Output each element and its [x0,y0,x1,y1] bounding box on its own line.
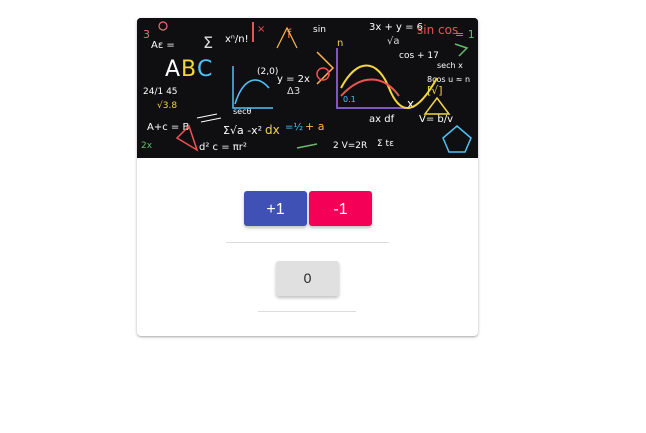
divider [258,311,356,312]
svg-text:+ a: + a [305,120,324,133]
decrement-button[interactable]: -1 [309,191,372,226]
svg-text:√a: √a [387,36,400,47]
svg-text:24/1 45: 24/1 45 [143,87,178,97]
counter-buttons: +1 -1 [244,191,372,226]
svg-text:2x: 2x [141,141,153,151]
svg-text:sin: sin [313,25,326,35]
svg-text:3: 3 [143,28,150,41]
svg-text:B: B [181,57,196,82]
svg-text:cos + 17: cos + 17 [399,51,439,61]
math-banner-image: A B C 3 Aε = Σ xⁿ/n! × f sin n 3x + y = … [137,18,478,158]
svg-text:×: × [257,24,265,35]
svg-text:3x + y = 6: 3x + y = 6 [369,22,423,33]
divider [226,242,389,243]
svg-text:Σ: Σ [203,33,213,52]
svg-text:n: n [337,38,343,49]
svg-text:xⁿ/n!: xⁿ/n! [225,34,249,45]
svg-text:dx: dx [265,123,280,137]
svg-text:Σ tε: Σ tε [377,139,394,149]
increment-button[interactable]: +1 [244,191,307,226]
svg-text:Σ√a -x²: Σ√a -x² [223,124,262,137]
svg-text:ax df: ax df [369,114,395,125]
svg-text:0.1: 0.1 [343,95,356,104]
counter-card: A B C 3 Aε = Σ xⁿ/n! × f sin n 3x + y = … [137,18,478,336]
svg-text:y = 2x: y = 2x [277,74,310,85]
counter-value: 0 [276,261,339,296]
svg-text:V= b/v: V= b/v [419,114,453,125]
svg-text:Δ3: Δ3 [287,86,300,97]
svg-text:√3.8: √3.8 [157,100,177,111]
svg-text:A: A [165,57,180,82]
svg-text:Aε =: Aε = [151,40,175,51]
svg-text:C: C [197,57,212,82]
svg-text:(2,0): (2,0) [257,67,278,77]
svg-text:sech x: sech x [437,61,463,70]
svg-text:= 1: = 1 [455,28,475,41]
svg-text:d² c = πr²: d² c = πr² [199,142,247,153]
svg-text:2 V=2R: 2 V=2R [333,141,367,151]
svg-text:=½: =½ [285,121,303,133]
svg-text:sin cos: sin cos [417,23,458,37]
